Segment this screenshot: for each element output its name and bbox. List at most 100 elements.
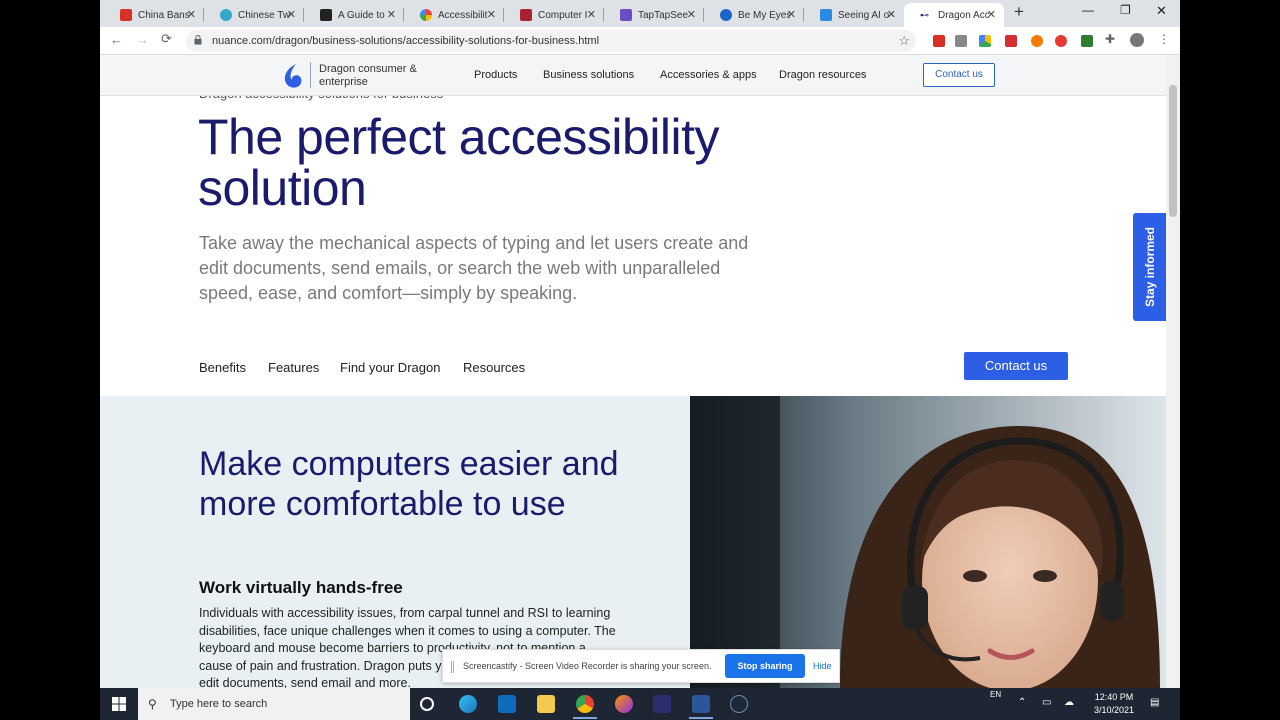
taskbar-search-placeholder: Type here to search: [170, 698, 268, 710]
tab-close-icon[interactable]: ✕: [587, 8, 596, 21]
back-button[interactable]: ←: [110, 32, 123, 47]
firefox-icon[interactable]: [615, 695, 633, 713]
edge-icon[interactable]: [459, 695, 477, 713]
subnav-resources[interactable]: Resources: [463, 360, 525, 375]
headset-woman-photo: [690, 396, 1166, 688]
url-text[interactable]: nuance.com/dragon/business-solutions/acc…: [212, 35, 599, 47]
hero-title: The perfect accessibility solution: [198, 109, 720, 216]
extension-icon[interactable]: [1005, 35, 1017, 47]
hero-subtitle: Take away the mechanical aspects of typi…: [199, 233, 749, 303]
address-bar[interactable]: nuance.com/dragon/business-solutions/acc…: [186, 30, 916, 52]
tab-label: Seeing AI o: [838, 9, 890, 21]
tab-label: Chinese Tw: [238, 9, 290, 21]
webpage: Dragon accessibility solutions for busin…: [100, 55, 1166, 688]
onedrive-icon[interactable]: ☁: [1064, 697, 1074, 708]
drag-handle-icon[interactable]: [451, 661, 454, 673]
tab-label: Accessibilit: [438, 9, 488, 21]
tab-chinese-tw[interactable]: Chinese Tw ✕: [204, 3, 304, 27]
extension-icon[interactable]: [1081, 35, 1093, 47]
taskbar-search-box[interactable]: ⚲ Type here to search: [138, 688, 410, 720]
restore-button[interactable]: ❐: [1120, 3, 1131, 17]
browser-toolbar: ← → ⟳ nuance.com/dragon/business-solutio…: [100, 27, 1180, 55]
tab-favicon-icon: [520, 9, 532, 21]
tab-close-icon[interactable]: ✕: [487, 8, 496, 21]
bookmark-star-icon[interactable]: ☆: [898, 33, 910, 49]
extension-icon[interactable]: [955, 35, 967, 47]
page-scrollbar[interactable]: [1166, 55, 1180, 688]
tab-strip: China Bans ✕ Chinese Tw ✕ A Guide to ✕ A…: [100, 0, 1180, 27]
file-explorer-icon[interactable]: [537, 695, 555, 713]
tab-a-guide-to[interactable]: A Guide to ✕: [304, 3, 404, 27]
close-window-button[interactable]: ✕: [1156, 3, 1167, 19]
forward-button[interactable]: →: [136, 32, 149, 47]
profile-avatar[interactable]: [1130, 33, 1144, 47]
windows-taskbar: ⚲ Type here to search EN ⌃ ▭ ☁ 12:40 PM …: [100, 688, 1180, 720]
tab-close-icon[interactable]: ✕: [787, 8, 796, 21]
subnav-find-your-dragon[interactable]: Find your Dragon: [340, 360, 440, 375]
scrollbar-thumb[interactable]: [1169, 85, 1177, 217]
section-subtitle: Work virtually hands-free: [199, 578, 403, 597]
clock-time: 12:40 PM: [1094, 692, 1134, 702]
contact-us-button[interactable]: Contact us: [964, 352, 1068, 380]
tab-label: Dragon Acc: [938, 9, 990, 21]
windows-start-icon[interactable]: [112, 697, 126, 711]
tab-favicon-icon: [220, 9, 232, 21]
dragon-logo-icon[interactable]: [282, 63, 304, 89]
tab-seeing-ai[interactable]: Seeing AI o ✕: [804, 3, 904, 27]
section-title: Make computers easier and more comfortab…: [199, 445, 619, 523]
lock-icon: [194, 35, 202, 45]
tab-accessibility[interactable]: Accessibilit ✕: [404, 3, 504, 27]
tab-close-icon[interactable]: ✕: [187, 8, 196, 21]
screencastify-icon[interactable]: [1055, 35, 1067, 47]
amazon-music-icon[interactable]: [653, 695, 671, 713]
task-view-icon[interactable]: [420, 697, 434, 711]
header-contact-button[interactable]: Contact us: [923, 63, 995, 87]
reload-button[interactable]: ⟳: [161, 31, 172, 47]
tab-taptapsee[interactable]: TapTapSee ✕: [604, 3, 704, 27]
nav-accessories-apps[interactable]: Accessories & apps: [660, 69, 757, 81]
extension-icon[interactable]: [1031, 35, 1043, 47]
tab-close-icon[interactable]: ✕: [987, 8, 996, 21]
tab-close-icon[interactable]: ✕: [287, 8, 296, 21]
tab-be-my-eyes[interactable]: Be My Eyes ✕: [704, 3, 804, 27]
tab-computer[interactable]: Computer I ✕: [504, 3, 604, 27]
chrome-icon[interactable]: [576, 695, 594, 713]
tab-close-icon[interactable]: ✕: [387, 8, 396, 21]
stay-informed-tab[interactable]: Stay informed: [1133, 213, 1166, 321]
nav-business-solutions[interactable]: Business solutions: [543, 69, 634, 81]
notifications-icon[interactable]: ▤: [1150, 697, 1159, 708]
extensions-puzzle-icon[interactable]: ✚: [1105, 32, 1117, 46]
tab-close-icon[interactable]: ✕: [887, 8, 896, 21]
subnav-benefits[interactable]: Benefits: [199, 360, 246, 375]
outlook-icon[interactable]: [498, 695, 516, 713]
dragon-favicon-icon: ⊷: [920, 10, 929, 20]
tab-label: TapTapSee: [638, 9, 689, 21]
minimize-button[interactable]: —: [1082, 3, 1094, 17]
new-tab-button[interactable]: +: [1014, 2, 1024, 22]
tab-dragon-active[interactable]: ⊷ Dragon Acc ✕: [904, 3, 1004, 27]
hide-button[interactable]: Hide: [813, 661, 832, 671]
brand-name[interactable]: Dragon consumer & enterprise: [319, 63, 439, 89]
nav-products[interactable]: Products: [474, 69, 517, 81]
tab-favicon-icon: [620, 9, 632, 21]
tab-china-bans[interactable]: China Bans ✕: [104, 3, 204, 27]
taskbar-clock[interactable]: 12:40 PM 3/10/2021: [1085, 691, 1143, 717]
subnav-features[interactable]: Features: [268, 360, 319, 375]
drive-icon[interactable]: [979, 35, 991, 47]
tab-favicon-icon: [320, 9, 332, 21]
tab-label: Be My Eyes: [738, 9, 790, 21]
tab-close-icon[interactable]: ✕: [687, 8, 696, 21]
tray-chevron-icon[interactable]: ⌃: [1018, 697, 1026, 708]
battery-icon[interactable]: ▭: [1042, 697, 1051, 708]
benefits-section: Make computers easier and more comfortab…: [100, 396, 1166, 688]
steam-icon[interactable]: [730, 695, 748, 713]
word-icon[interactable]: [692, 695, 710, 713]
stop-sharing-button[interactable]: Stop sharing: [725, 654, 805, 678]
stay-informed-label: Stay informed: [1142, 226, 1157, 308]
tab-favicon-icon: [120, 9, 132, 21]
nav-dragon-resources[interactable]: Dragon resources: [779, 69, 866, 81]
menu-kebab-icon[interactable]: ⋮: [1158, 32, 1170, 46]
search-icon: ⚲: [148, 697, 157, 711]
language-indicator[interactable]: EN: [990, 690, 1001, 699]
extension-on-icon[interactable]: [933, 35, 945, 47]
